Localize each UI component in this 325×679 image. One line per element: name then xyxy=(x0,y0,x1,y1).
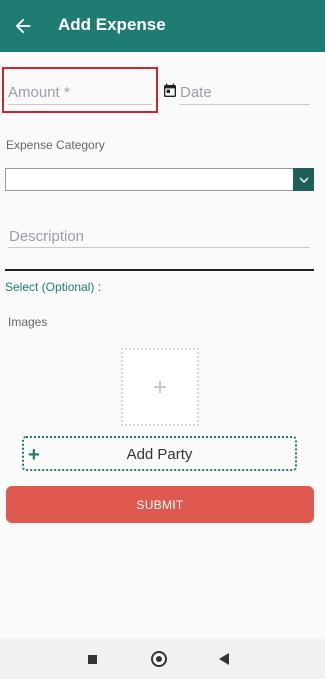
divider xyxy=(5,269,314,271)
chevron-down-icon[interactable] xyxy=(293,168,314,191)
calendar-icon[interactable] xyxy=(162,83,178,99)
expense-category-label: Expense Category xyxy=(6,138,105,152)
add-image-button[interactable] xyxy=(121,348,199,426)
arrow-left-icon[interactable] xyxy=(12,15,34,37)
date-underline xyxy=(179,104,310,105)
amount-underline xyxy=(8,104,152,105)
plus-icon xyxy=(154,381,166,393)
add-party-button[interactable]: + Add Party xyxy=(22,436,297,471)
system-navbar xyxy=(0,639,325,679)
amount-field[interactable]: Amount * xyxy=(8,84,70,101)
triangle-back-icon[interactable] xyxy=(219,653,229,665)
home-circle-icon[interactable] xyxy=(151,651,167,667)
square-icon[interactable] xyxy=(88,655,97,664)
page-title: Add Expense xyxy=(58,15,166,34)
select-optional-label: Select (Optional) : xyxy=(5,280,102,294)
description-field[interactable]: Description xyxy=(9,228,84,245)
images-label: Images xyxy=(8,315,48,329)
date-field[interactable]: Date xyxy=(180,84,212,101)
submit-button[interactable]: SUBMIT xyxy=(6,486,314,523)
expense-category-select[interactable] xyxy=(5,168,314,191)
app-bar: Add Expense xyxy=(0,0,325,52)
description-underline xyxy=(8,247,310,248)
add-party-label: Add Party xyxy=(126,446,193,463)
